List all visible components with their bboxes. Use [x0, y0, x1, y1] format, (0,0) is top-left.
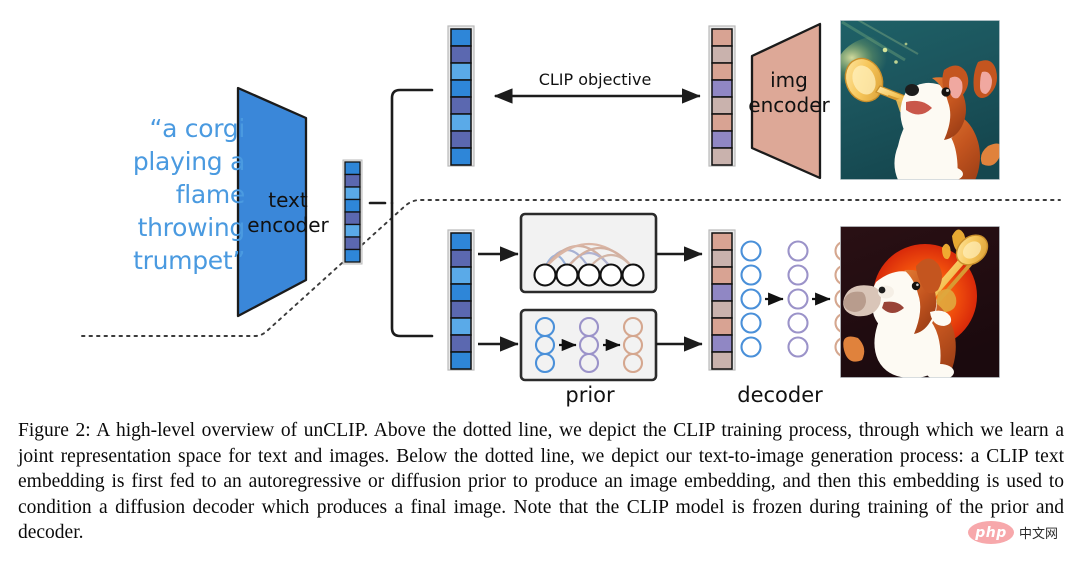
prior-label: prior — [565, 383, 615, 407]
generated-image-top — [840, 20, 1000, 180]
branch-bracket-icon — [368, 88, 434, 338]
img-encoder-label-line2: encoder — [748, 93, 830, 117]
text-encoder-label: text encoder — [238, 188, 338, 238]
image-embedding-vector-clip — [708, 25, 736, 167]
text-embedding-vector-clip — [447, 25, 475, 167]
figure-caption-text: A high-level overview of unCLIP. Above t… — [18, 420, 1064, 544]
text-embedding-vector-prior — [447, 229, 475, 371]
text-encoder-label-line1: text — [268, 188, 308, 212]
diffusion-prior-box — [519, 308, 658, 382]
figure-caption-label: Figure 2: — [18, 420, 91, 441]
img-encoder-label-line1: img — [770, 68, 808, 92]
img-encoder-label: img encoder — [748, 68, 830, 118]
image-embedding-vector-decoder — [708, 229, 736, 371]
decoder-label: decoder — [737, 383, 823, 407]
text-encoder-label-line2: encoder — [247, 213, 329, 237]
prior-output-connectors — [656, 246, 703, 352]
watermark-text: 中文网 — [1019, 527, 1059, 542]
autoregressive-prior-box — [519, 212, 658, 294]
decoder-network — [740, 240, 856, 358]
figure-caption: Figure 2: A high-level overview of unCLI… — [18, 418, 1064, 546]
watermark-badge: php — [968, 521, 1014, 544]
text-embedding-vector — [342, 159, 363, 265]
clip-objective-label: CLIP objective — [538, 70, 652, 89]
prior-input-connectors — [478, 246, 519, 352]
figure-diagram: “a corgi playing a flame throwing trumpe… — [0, 0, 1080, 412]
watermark: php 中文网 — [968, 521, 1058, 544]
generated-image-bottom — [840, 226, 1000, 378]
prompt-text: “a corgi playing a flame throwing trumpe… — [132, 114, 245, 275]
